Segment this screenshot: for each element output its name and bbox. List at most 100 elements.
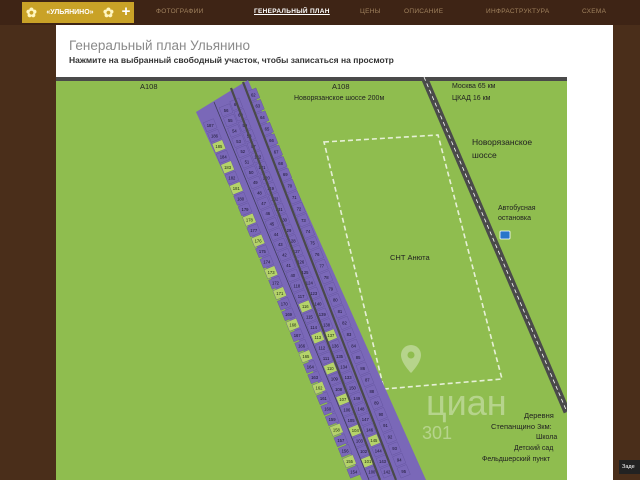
- plot-label: 179: [242, 207, 250, 212]
- plot-label: 86: [360, 366, 365, 371]
- plot-label: 111: [323, 356, 330, 361]
- plot-label: 55: [228, 118, 233, 123]
- plot-label: 74: [306, 229, 311, 234]
- flower-right-icon: ✿: [103, 5, 114, 20]
- plot-label: 89: [374, 400, 379, 405]
- plot-label: 159: [329, 417, 337, 422]
- plot-label: 87: [365, 378, 370, 383]
- plot-label: 143: [379, 459, 387, 464]
- plot-label: 63: [255, 104, 260, 109]
- plot-label: 81: [338, 309, 343, 314]
- plot-label: 82: [342, 321, 347, 326]
- plot-label: 185: [215, 144, 223, 149]
- label-bus-line2: остановка: [498, 215, 532, 222]
- plot-label: 72: [297, 206, 302, 211]
- plot-label: 75: [310, 241, 315, 246]
- plot-label: 183: [224, 165, 232, 170]
- label-a108-left: А108: [140, 82, 158, 91]
- plot-label: 167: [294, 333, 302, 338]
- label-village-line1: Деревня: [524, 411, 554, 420]
- label-a108-mid: А108: [332, 82, 350, 91]
- plot-label: 70: [287, 184, 292, 189]
- novoryazan-highway: [420, 77, 567, 414]
- plot-label: 169: [285, 312, 293, 317]
- nav-scheme[interactable]: СХЕМА: [582, 8, 606, 15]
- road-a108: [56, 77, 567, 81]
- internal-road-2: [241, 81, 398, 480]
- plot-label: 117: [298, 294, 305, 299]
- internal-road-3: [213, 101, 370, 480]
- right-border: [613, 25, 640, 480]
- label-school: Школа: [536, 434, 558, 441]
- flower-left-icon: ✿: [26, 5, 37, 20]
- nav-prices[interactable]: ЦЕНЫ: [360, 8, 381, 15]
- plot-label: 49: [253, 180, 258, 185]
- plus-button[interactable]: +: [118, 2, 134, 23]
- plot-label: 52: [240, 149, 245, 154]
- watermark-text: циан: [426, 382, 507, 423]
- plot-label: 160: [324, 406, 332, 411]
- label-ckad-distance: ЦКАД 16 км: [452, 95, 491, 102]
- plot-label: 91: [383, 423, 388, 428]
- plot-label: 54: [232, 128, 237, 133]
- plot-label: 107: [339, 397, 347, 402]
- plot-label: 112: [319, 345, 326, 350]
- plot-label: 46: [265, 211, 270, 216]
- plot-label: 158: [333, 427, 341, 432]
- nav-description[interactable]: ОПИСАНИЕ: [404, 8, 443, 15]
- watermark-logo: [401, 345, 421, 373]
- plot-label: 173: [268, 270, 276, 275]
- plot-label: 66: [269, 138, 274, 143]
- plot-label: 109: [331, 376, 339, 381]
- label-kindergarten: Детский сад: [514, 445, 554, 452]
- plot-label: 105: [348, 418, 356, 423]
- plot-label: 84: [351, 343, 356, 348]
- plot-label: 170: [281, 301, 289, 306]
- plot-label: 139: [319, 312, 327, 317]
- plot-label: 144: [375, 448, 383, 453]
- plot-label: 137: [327, 333, 335, 338]
- plot-label: 95: [401, 469, 406, 474]
- plot-label: 135: [336, 354, 344, 359]
- plot-label: 174: [263, 259, 271, 264]
- plot-label: 172: [272, 280, 280, 285]
- plot-label: 69: [283, 172, 288, 177]
- plot-label: 147: [362, 417, 370, 422]
- plot-label: 110: [327, 366, 334, 371]
- plot-label: 114: [310, 325, 317, 330]
- site-logo[interactable]: ✿ «УЛЬЯНИНО» ✿: [22, 2, 118, 23]
- plot-label: 41: [286, 263, 291, 268]
- plot-label: 53: [236, 139, 241, 144]
- plot-label: 71: [292, 195, 297, 200]
- plot-label: 50: [249, 170, 254, 175]
- plot-label: 162: [316, 385, 324, 390]
- plot-label: 100: [368, 469, 376, 474]
- bus-stop-icon: [499, 230, 511, 240]
- plot-label: 166: [298, 343, 306, 348]
- logo-text: «УЛЬЯНИНО»: [46, 9, 94, 16]
- plot-label: 155: [346, 459, 354, 464]
- plot-label: 177: [250, 228, 258, 233]
- plot-label: 182: [228, 175, 236, 180]
- plot-label: 62: [251, 92, 256, 97]
- plot-label: 145: [370, 438, 378, 443]
- plot-label: 64: [260, 115, 265, 120]
- plot-label: 108: [335, 387, 343, 392]
- nav-photos[interactable]: ФОТОГРАФИИ: [156, 8, 204, 15]
- plot-label: 67: [274, 149, 279, 154]
- plot-label: 65: [265, 127, 270, 132]
- nav-general-plan[interactable]: ГЕНЕРАЛЬНЫЙ ПЛАН: [254, 8, 330, 15]
- plot-label: 149: [353, 396, 361, 401]
- plot-label: 94: [397, 458, 402, 463]
- plot-label: 68: [278, 161, 283, 166]
- plot-label: 77: [319, 264, 324, 269]
- plot-label: 150: [349, 385, 357, 390]
- plot-label: 140: [315, 301, 323, 306]
- plot-label: 40: [290, 273, 295, 278]
- plot-label: 154: [350, 469, 358, 474]
- label-village-line2: Степанщино 3км:: [491, 422, 552, 431]
- plot-label: 78: [324, 275, 329, 280]
- nav-infrastructure[interactable]: ИНФРАСТРУКТУРА: [486, 8, 550, 15]
- plot-label: 90: [379, 412, 384, 417]
- plot-label: 106: [343, 407, 351, 412]
